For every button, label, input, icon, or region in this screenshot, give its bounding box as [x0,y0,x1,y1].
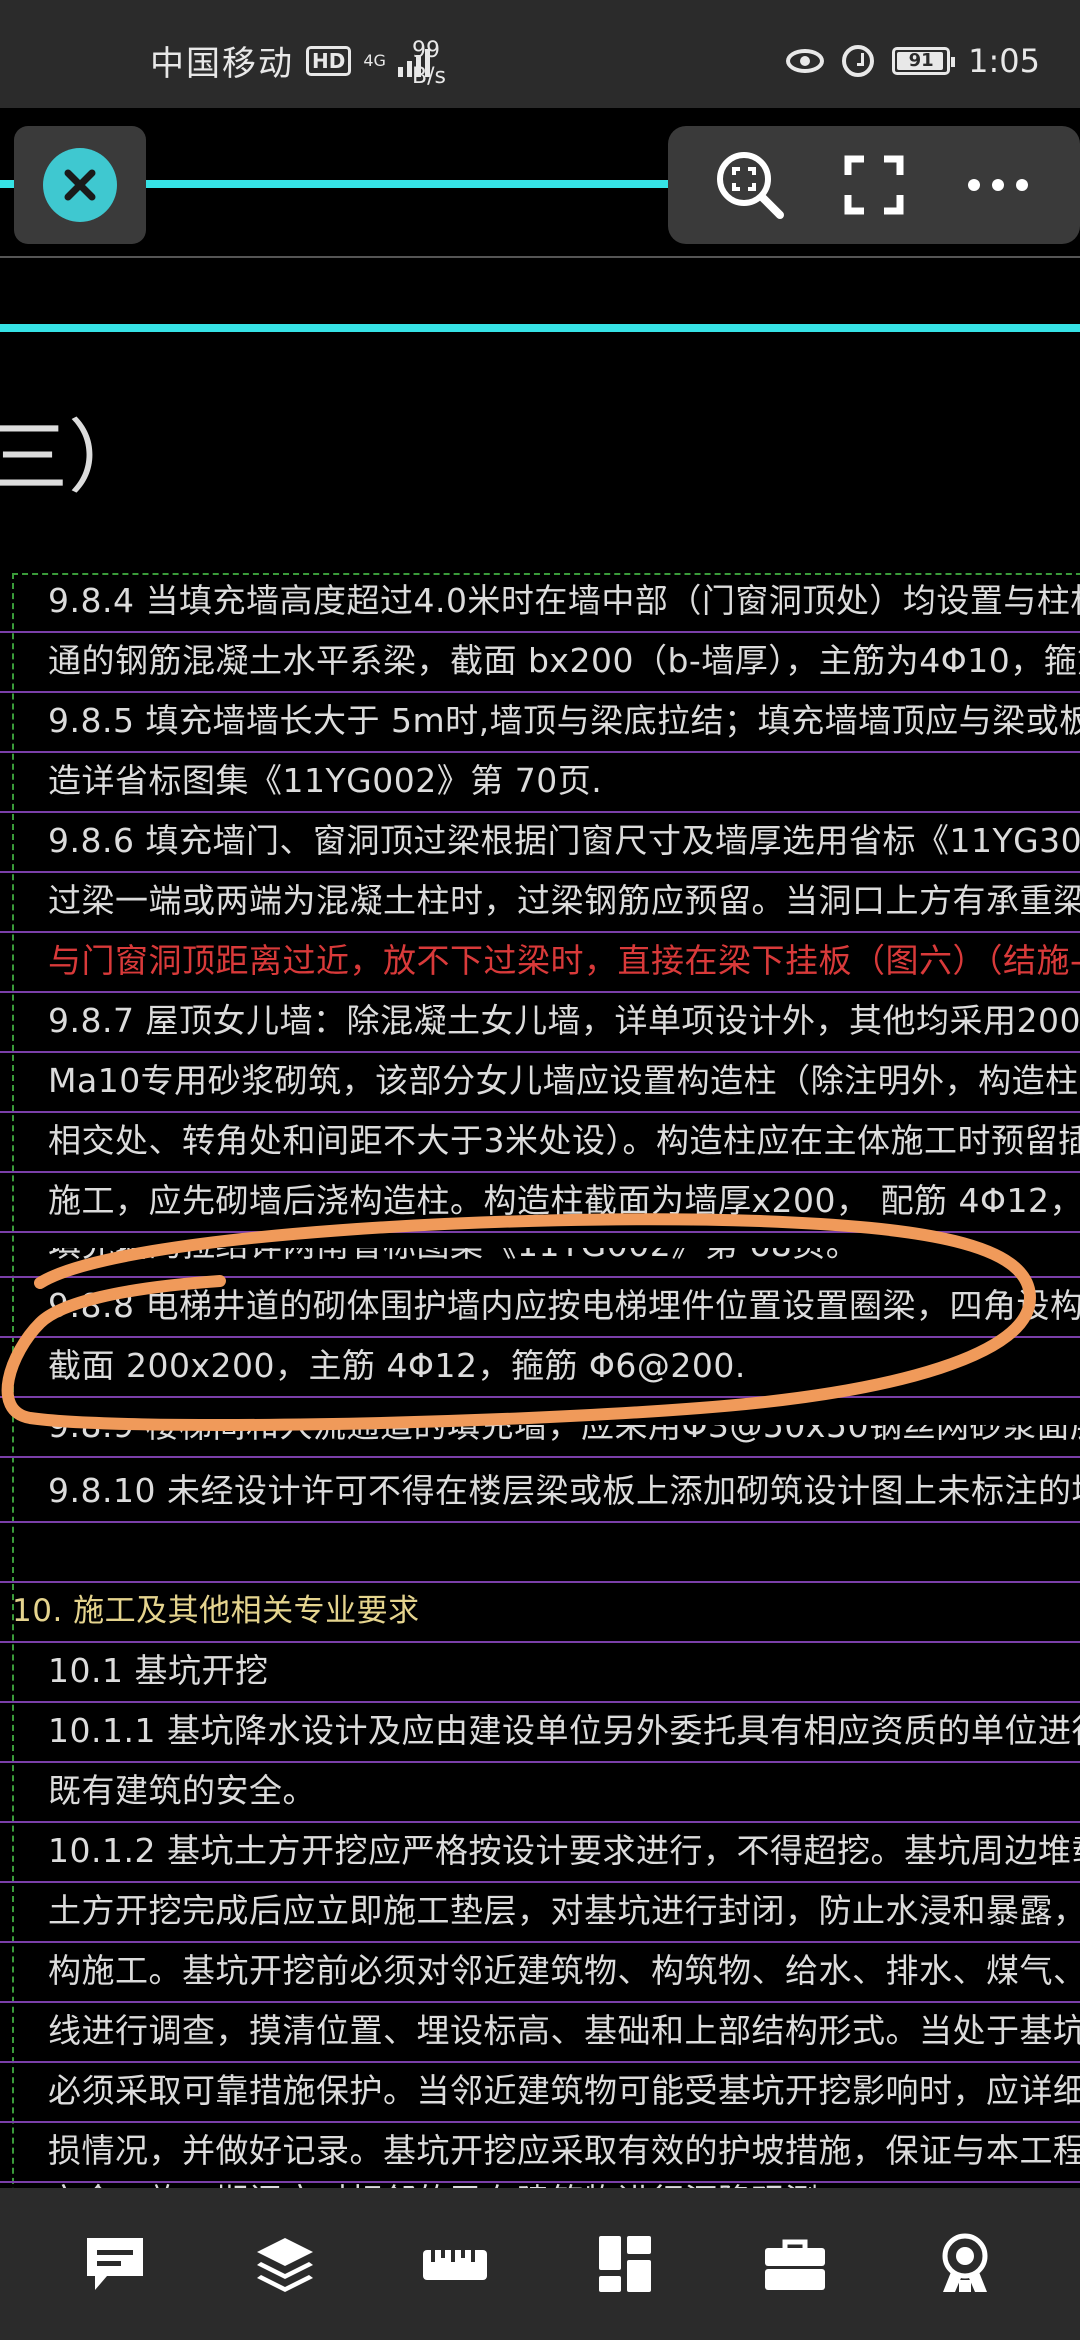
rule-line [0,1456,1080,1458]
rule-line [0,1521,1080,1523]
more-button[interactable] [958,145,1038,225]
spec-line: Ma10专用砂浆砌筑，该部分女儿墙应设置构造柱（除注明外，构造柱不小于以下要求：… [48,1061,1080,1100]
spec-line: 造详省标图集《11YG002》第 70页. [48,761,603,800]
rule-line [0,691,1080,693]
zoom-fit-icon [717,152,784,219]
bottom-toolbar [0,2188,1080,2340]
rule-line [0,1396,1080,1398]
spec-line: 9.8.10 未经设计许可不得在楼层梁或板上添加砌筑设计图上未标注的填充墙。 [48,1471,1080,1510]
carrier-name: 中国移动 [150,44,294,84]
eye-comfort-icon [786,49,825,73]
layers-icon [257,2238,313,2292]
spec-line: 安全，施工期间应对相邻的已有建筑物进行沉降观测 [48,2178,1080,2188]
spec-line: 通的钢筋混凝土水平系梁，截面 bx200（b-墙厚），主筋为4Φ10，箍筋为Φ6… [48,641,1080,680]
spec-line: 线进行调查，摸清位置、埋设标高、基础和上部结构形式。当处于基坑较强影响区范围内时 [48,2011,1080,2050]
spec-line: 9.8.8 电梯井道的砌体围护墙内应按电梯埋件位置设置圈梁，四角设构造柱， [48,1286,1080,1325]
fullscreen-button[interactable] [834,145,914,225]
spec-line: 必须采取可靠措施保护。当邻近建筑物可能受基坑开挖影响时，应详细调查其已有裂缝或破 [48,2071,1080,2110]
battery-icon: 91 [892,47,956,75]
spec-line: 10.1.2 基坑土方开挖应严格按设计要求进行，不得超挖。基坑周边堆载不得超过设… [48,1831,1080,1870]
rule-line [0,871,1080,873]
rule-line [0,1111,1080,1113]
rule-line [0,1336,1080,1338]
rule-line [0,1821,1080,1823]
spec-line: 相交处、转角处和间距不大于3米处设）。构造柱应在主体施工时预留插筋，待主体完成后… [48,1121,1080,1160]
status-left: 中国移动 HD 4G [150,36,430,85]
fullscreen-icon [844,155,904,215]
profile-button[interactable] [917,2216,1013,2312]
rule-line [0,1941,1080,1943]
ruler-icon [423,2250,487,2280]
subsection-title: 10.1 基坑开挖 [48,1651,269,1690]
rule-line [0,1231,1080,1233]
rule-line [0,1641,1080,1643]
rule-line [0,2121,1080,2123]
spec-line: 9.8.6 填充墙门、窗洞顶过梁根据门窗尺寸及墙厚选用省标《11YG301》中的… [48,821,1080,860]
spec-line: 施工，应先砌墙后浇构造柱。构造柱截面为墙厚x200， 配筋 4Φ12，Φ6@20… [48,1181,1080,1220]
spec-line-highlight: 与门窗洞顶距离过近，放不下过梁时，直接在梁下挂板（图六）（结施-04）。 [48,941,1080,980]
comment-button[interactable] [67,2216,163,2312]
toolbox-icon [765,2239,825,2290]
drawing-border-line [0,256,1080,258]
rule-line [0,1171,1080,1173]
rule-line [0,931,1080,933]
status-bar: 中国移动 HD 4G 99 B/s 91 1:05 [0,0,1080,108]
section-title: 10. 施工及其他相关专业要求 [12,1593,420,1629]
drawing-frame [12,1584,14,2188]
drawing-canvas[interactable]: 三） 9.8.4 当填充墙高度超过4.0米时在墙中部（门窗洞顶处）均设置与柱相连… [0,108,1080,2188]
spec-line: 9.8.7 屋顶女儿墙：除混凝土女儿墙，详单项设计外，其他均采用200mm厚混凝… [48,1001,1080,1040]
network-type: 4G [363,50,386,70]
zoom-fit-button[interactable] [710,145,790,225]
spec-line: 过梁一端或两端为混凝土柱时，过梁钢筋应预留。当洞口上方有承重梁通过，且该梁底标高 [48,881,1080,920]
clock: 1:05 [968,42,1040,80]
layers-button[interactable] [237,2216,333,2312]
user-badge-icon [942,2233,988,2292]
status-right: 91 1:05 [786,42,1040,80]
network-speed: 99 B/s [412,38,446,89]
spec-line: 构施工。基坑开挖前必须对邻近建筑物、构筑物、给水、排水、煤气、电力、通讯等地下管 [48,1951,1080,1990]
section-heading: 三） [0,411,148,504]
rule-line [0,2001,1080,2003]
spec-line: 既有建筑的安全。 [48,1771,316,1810]
rule-line [0,1701,1080,1703]
rule-line [0,1276,1080,1278]
hd-badge: HD [306,45,352,76]
spec-line: 9.8.4 当填充墙高度超过4.0米时在墙中部（门窗洞顶处）均设置与柱相连且沿墙… [48,581,1080,620]
rule-line [0,631,1080,633]
spec-line: 截面 200x200，主筋 4Φ12，箍筋 Φ6@200. [48,1346,746,1385]
rule-line [0,1761,1080,1763]
comment-icon [87,2238,143,2290]
spec-line: 损情况，并做好记录。基坑开挖应采取有效的护坡措施，保证与本工程相邻的已有建筑物的 [48,2131,1080,2170]
rule-line [0,991,1080,993]
rule-line [0,1051,1080,1053]
close-button[interactable] [14,126,146,244]
rule-line [0,1581,1080,1583]
rule-line [0,751,1080,753]
rule-line [0,1881,1080,1883]
dashboard-button[interactable] [577,2216,673,2312]
more-icon [968,179,1028,191]
spec-line: 10.1.1 基坑降水设计及应由建设单位另外委托具有相应资质的单位进行，确保结构… [48,1711,1080,1750]
battery-level: 91 [908,50,934,71]
alarm-icon [842,45,875,77]
rule-line [0,2061,1080,2063]
rule-line [0,811,1080,813]
toolbox-button[interactable] [747,2216,843,2312]
view-tools [668,126,1080,244]
spec-line: 9.8.5 填充墙墙长大于 5m时,墙顶与梁底拉结；填充墙墙顶应与梁或板密切结合… [48,701,1080,740]
dashboard-icon [599,2236,651,2292]
close-icon [43,148,117,222]
measure-button[interactable] [407,2216,503,2312]
spec-line: 土方开挖完成后应立即施工垫层，对基坑进行封闭，防止水浸和暴露，并应及时进行地下结 [48,1891,1080,1930]
drawing-border-line [0,324,1080,332]
